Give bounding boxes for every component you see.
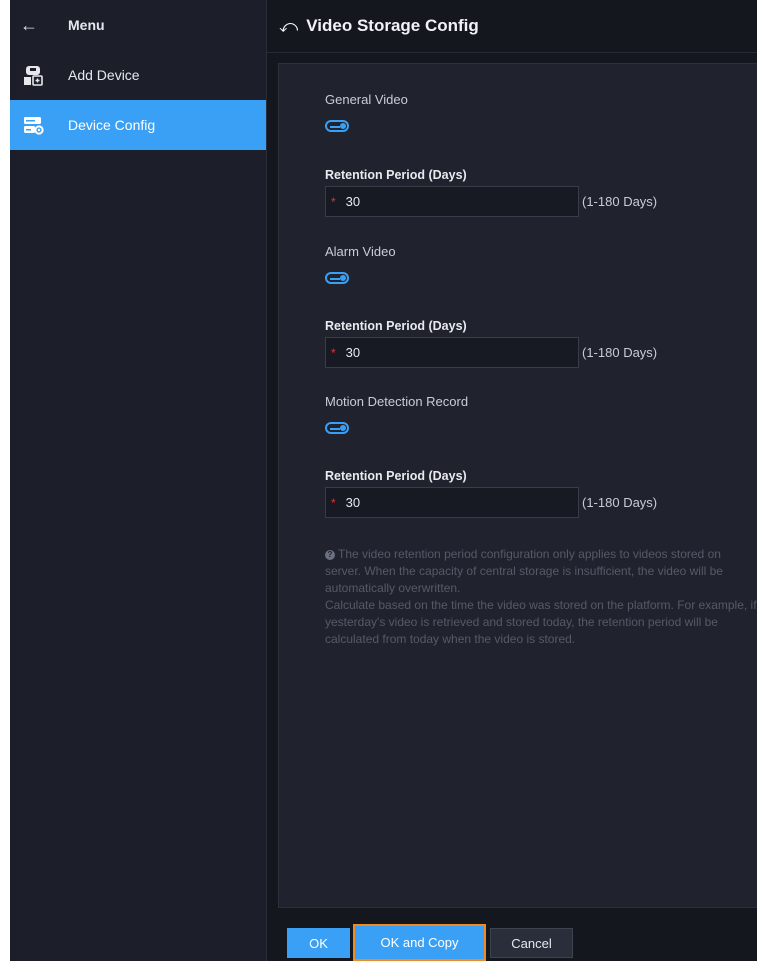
- motion-detection-toggle[interactable]: [325, 422, 349, 434]
- general-video-toggle[interactable]: [325, 120, 349, 132]
- alarm-retention-hint: (1-180 Days): [582, 345, 658, 360]
- input-value: 30: [345, 194, 361, 209]
- ok-and-copy-button[interactable]: OK and Copy: [353, 924, 486, 961]
- toggle-knob: [340, 275, 346, 281]
- general-retention-input[interactable]: * 30: [325, 186, 579, 217]
- input-value: 30: [345, 495, 361, 510]
- toggle-line: [330, 126, 340, 128]
- toggle-knob: [340, 123, 346, 129]
- left-arrow-icon[interactable]: ←: [20, 15, 42, 36]
- config-panel: General Video Retention Period (Days) * …: [278, 63, 757, 908]
- sidebar: ← Menu Add Device Device Config: [10, 0, 267, 961]
- sidebar-item-label: Add Device: [68, 67, 140, 83]
- required-mark: *: [331, 194, 336, 209]
- general-video-label: General Video: [325, 92, 408, 107]
- general-retention-label: Retention Period (Days): [325, 168, 467, 182]
- motion-retention-input[interactable]: * 30: [325, 487, 579, 518]
- device-config-icon: [22, 114, 44, 136]
- alarm-retention-label: Retention Period (Days): [325, 319, 467, 333]
- note-text-2: Calculate based on the time the video wa…: [325, 598, 757, 646]
- help-icon: ?: [325, 550, 335, 560]
- undo-arrow-icon[interactable]: ⤺: [279, 16, 298, 37]
- alarm-retention-input[interactable]: * 30: [325, 337, 579, 368]
- required-mark: *: [331, 345, 336, 360]
- toggle-line: [330, 428, 340, 430]
- cancel-button[interactable]: Cancel: [490, 928, 573, 958]
- sidebar-item-device-config[interactable]: Device Config: [10, 100, 266, 150]
- toggle-knob: [340, 425, 346, 431]
- ok-button[interactable]: OK: [287, 928, 350, 958]
- page-header: ⤺ Video Storage Config: [267, 0, 757, 53]
- motion-detection-label: Motion Detection Record: [325, 394, 469, 409]
- add-device-icon: [22, 64, 44, 86]
- page-title: Video Storage Config: [306, 16, 479, 35]
- sidebar-header-label: Menu: [68, 17, 105, 33]
- alarm-video-label: Alarm Video: [325, 244, 396, 259]
- sidebar-item-label: Device Config: [68, 117, 156, 133]
- sidebar-item-add-device[interactable]: Add Device: [10, 50, 266, 100]
- app-window: ← Menu Add Device Device Config ⤺ Video …: [10, 0, 757, 961]
- required-mark: *: [331, 495, 336, 510]
- main-area: ⤺ Video Storage Config General Video Ret…: [267, 0, 757, 961]
- toggle-line: [330, 278, 340, 280]
- motion-retention-label: Retention Period (Days): [325, 469, 467, 483]
- input-value: 30: [345, 345, 361, 360]
- note-text-1: The video retention period configuration…: [325, 547, 723, 595]
- alarm-video-toggle[interactable]: [325, 272, 349, 284]
- sidebar-header: ← Menu: [10, 0, 266, 50]
- retention-note: ? The video retention period configuratio…: [325, 546, 757, 648]
- motion-retention-hint: (1-180 Days): [582, 495, 658, 510]
- general-retention-hint: (1-180 Days): [582, 194, 658, 209]
- note-line-1: ? The video retention period configuratio…: [325, 546, 757, 597]
